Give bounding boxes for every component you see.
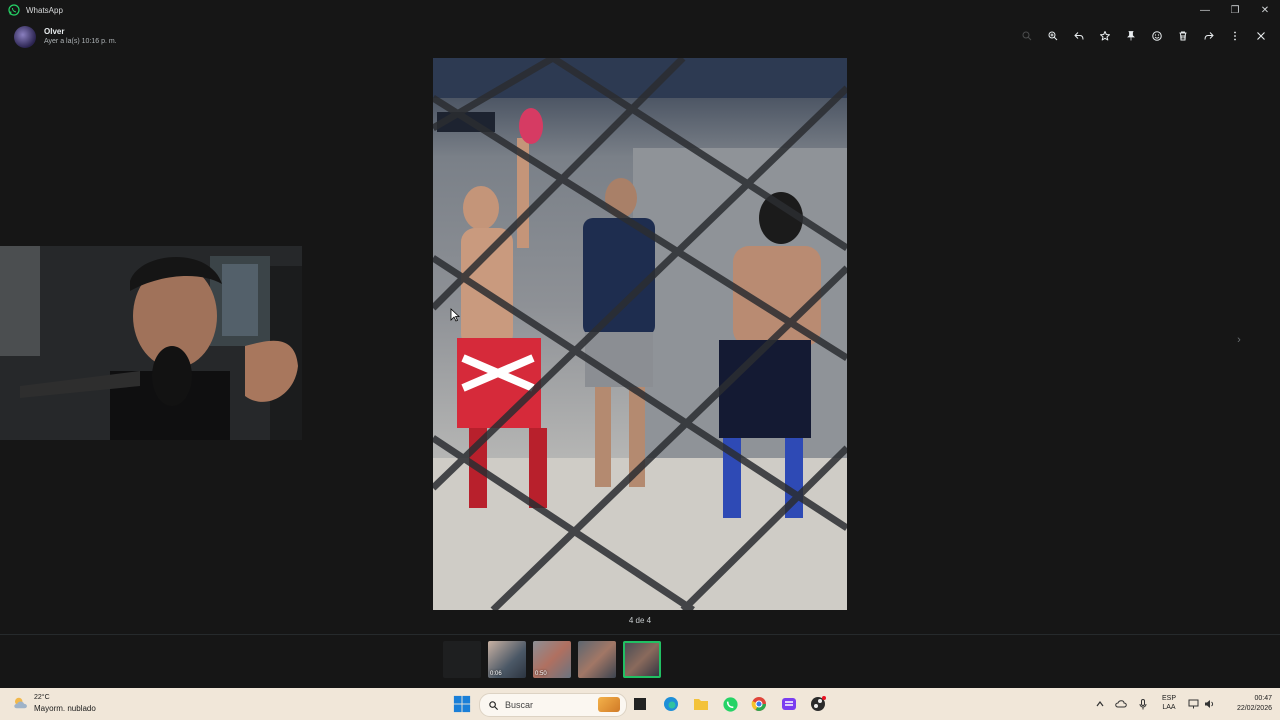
system-clock[interactable]: 00:47 22/02/2026	[1218, 694, 1272, 714]
pin-button[interactable]	[1120, 26, 1142, 46]
search-placeholder: Buscar	[505, 700, 534, 710]
network-button[interactable]	[1186, 688, 1200, 720]
taskbar-search[interactable]: Buscar	[479, 693, 627, 717]
media-counter: 4 de 4	[628, 616, 652, 625]
forward-button[interactable]	[1198, 26, 1220, 46]
clock-date: 22/02/2026	[1236, 705, 1272, 712]
microphone-icon	[1139, 698, 1147, 709]
more-options-button[interactable]	[1224, 26, 1246, 46]
taskbar-streaming-app[interactable]	[779, 694, 799, 714]
more-icon	[1234, 31, 1236, 41]
folder-icon	[694, 699, 708, 710]
whatsapp-icon	[722, 696, 738, 712]
webcam-image	[0, 246, 302, 440]
chevron-up-icon	[1096, 701, 1104, 707]
message-timestamp: Ayer a la(s) 10:16 p. m.	[44, 38, 117, 45]
weather-temperature[interactable]: 22°C	[34, 694, 50, 701]
streaming-app-icon	[782, 698, 796, 710]
search-icon	[489, 700, 499, 710]
volume-button[interactable]	[1202, 688, 1216, 720]
search-highlight-image	[598, 697, 620, 712]
network-icon	[1188, 699, 1198, 709]
thumbnail-5-selected[interactable]	[623, 641, 661, 678]
keyboard-layout: LAA	[1162, 704, 1176, 711]
media-viewer-header: Olver Ayer a la(s) 10:16 p. m.	[0, 20, 1280, 54]
clock-time: 00:47	[1254, 695, 1272, 702]
zoom-in-icon	[1048, 31, 1058, 41]
task-view-icon	[634, 698, 646, 710]
cloudy-weather-icon[interactable]	[12, 695, 30, 711]
close-viewer-button[interactable]	[1250, 26, 1272, 46]
input-language[interactable]: ESP LAA	[1158, 694, 1180, 712]
reply-button[interactable]	[1068, 26, 1090, 46]
minimize-button[interactable]: —	[1190, 0, 1220, 20]
contact-name[interactable]: Olver	[44, 27, 64, 36]
avatar[interactable]	[14, 26, 36, 48]
task-view-button[interactable]	[630, 694, 650, 714]
thumbnail-2[interactable]: 0:06	[488, 641, 526, 678]
speaker-icon	[1204, 700, 1213, 708]
webcam-overlay	[0, 246, 302, 440]
next-media-button[interactable]: ›	[1232, 334, 1246, 350]
show-hidden-icons-button[interactable]	[1094, 688, 1106, 720]
restore-button[interactable]: ❐	[1220, 0, 1250, 20]
thumbnail-4[interactable]	[578, 641, 616, 678]
weather-description[interactable]: Mayorm. nublado	[34, 704, 96, 713]
fight-photo	[433, 58, 847, 610]
obs-icon	[811, 696, 826, 711]
reply-icon	[1074, 32, 1084, 40]
media-image[interactable]	[433, 58, 847, 610]
taskbar-chrome[interactable]	[749, 694, 769, 714]
thumbnail-duration: 0:50	[535, 671, 547, 677]
taskbar-obs[interactable]	[808, 694, 828, 714]
viewer-toolbar	[1016, 26, 1272, 46]
chrome-icon	[751, 697, 766, 711]
pin-icon	[1127, 31, 1135, 41]
title-bar: WhatsApp — ❐ ✕	[0, 0, 1280, 20]
mouse-cursor-icon	[450, 308, 460, 322]
delete-button[interactable]	[1172, 26, 1194, 46]
thumbnail-strip: 0:06 0:50	[443, 641, 661, 678]
star-icon	[1100, 31, 1110, 41]
edge-icon	[664, 697, 678, 711]
taskbar: 22°C Mayorm. nublado Buscar ESP LAA 00:4…	[0, 688, 1280, 720]
taskbar-edge[interactable]	[661, 694, 681, 714]
language-code: ESP	[1161, 695, 1176, 702]
forward-icon	[1204, 32, 1214, 40]
react-button[interactable]	[1146, 26, 1168, 46]
thumbnail-1[interactable]	[443, 641, 481, 678]
star-button[interactable]	[1094, 26, 1116, 46]
taskbar-whatsapp[interactable]	[720, 694, 740, 714]
thumbnail-duration: 0:06	[490, 671, 502, 677]
close-window-button[interactable]: ✕	[1250, 0, 1280, 20]
microphone-button[interactable]	[1136, 688, 1150, 720]
onedrive-button[interactable]	[1114, 688, 1128, 720]
whatsapp-logo-icon	[8, 4, 20, 16]
delete-icon	[1179, 31, 1187, 41]
emoji-icon	[1152, 31, 1162, 41]
zoom-out-icon	[1022, 31, 1032, 41]
windows-start-icon[interactable]	[453, 695, 471, 713]
taskbar-file-explorer[interactable]	[691, 694, 711, 714]
zoom-out-button	[1016, 26, 1038, 46]
thumbnail-3[interactable]: 0:50	[533, 641, 571, 678]
divider	[0, 634, 1280, 635]
close-icon	[1257, 32, 1265, 40]
zoom-in-button[interactable]	[1042, 26, 1064, 46]
app-title: WhatsApp	[26, 5, 63, 15]
cloud-icon	[1115, 700, 1127, 708]
